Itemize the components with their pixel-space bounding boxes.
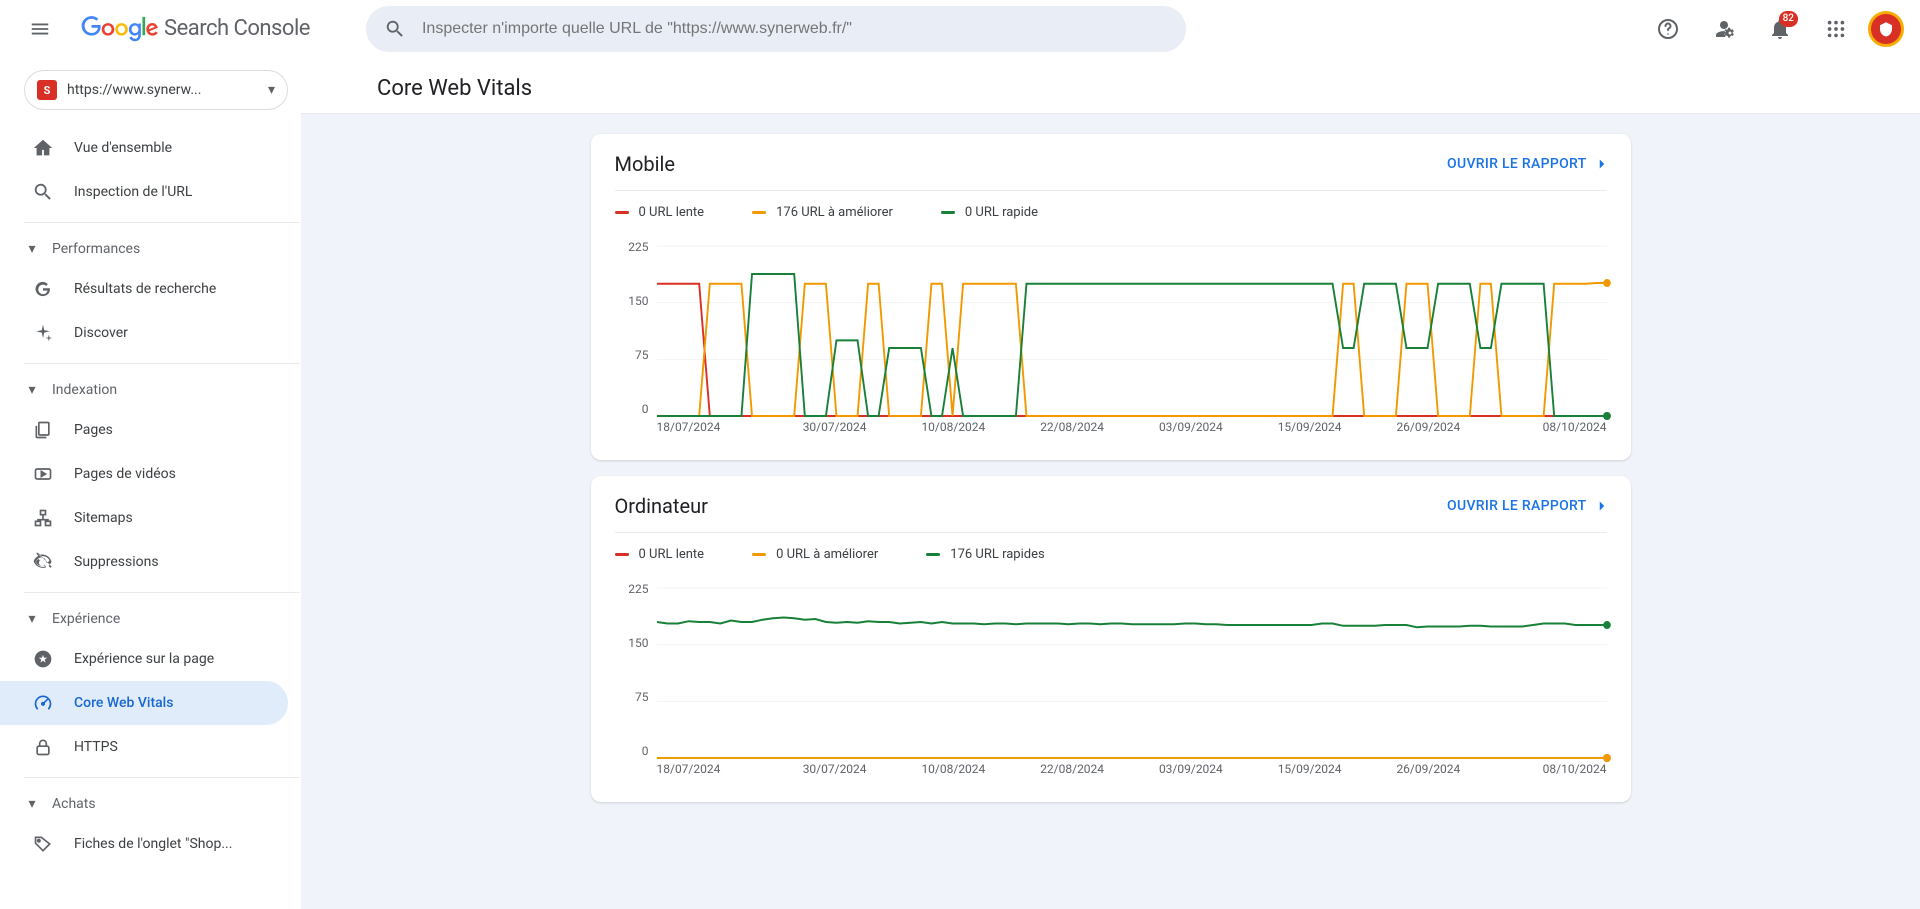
- star-circle-icon: [32, 648, 54, 670]
- speed-icon: [32, 692, 54, 714]
- apps-button[interactable]: [1812, 5, 1860, 53]
- app-name: Search Console: [164, 16, 310, 41]
- notification-badge: 82: [1779, 11, 1798, 27]
- chevron-down-icon: ▾: [24, 382, 40, 398]
- card-title-desktop: Ordinateur: [615, 494, 708, 518]
- open-report-desktop[interactable]: OUVRIR LE RAPPORT: [1447, 497, 1610, 515]
- settings-person-icon: [1712, 17, 1736, 41]
- account-avatar[interactable]: [1868, 11, 1904, 47]
- g-icon: [32, 278, 54, 300]
- chevron-right-icon: [1593, 497, 1611, 515]
- chevron-down-icon: ▾: [268, 82, 275, 98]
- chart-desktop: 225150750 18/07/202430/07/202410/08/2024…: [615, 582, 1607, 782]
- legend-slow: 0 URL lente: [615, 547, 705, 562]
- chevron-right-icon: [1593, 155, 1611, 173]
- sidebar-item-https[interactable]: HTTPS: [0, 725, 288, 769]
- sidebar-item-url-inspection[interactable]: Inspection de l'URL: [0, 170, 288, 214]
- legend-improve: 176 URL à améliorer: [752, 205, 893, 220]
- sitemap-icon: [32, 507, 54, 529]
- search-icon: [32, 181, 54, 203]
- legend-desktop: 0 URL lente 0 URL à améliorer 176 URL ra…: [615, 532, 1607, 574]
- hidden-icon: [32, 551, 54, 573]
- sidebar-item-overview[interactable]: Vue d'ensemble: [0, 126, 288, 170]
- menu-icon: [29, 18, 51, 40]
- legend-fast: 176 URL rapides: [926, 547, 1044, 562]
- sidebar-item-sitemaps[interactable]: Sitemaps: [0, 496, 288, 540]
- sidebar-item-page-experience[interactable]: Expérience sur la page: [0, 637, 288, 681]
- avatar-icon: [1877, 20, 1895, 38]
- help-icon: [1656, 17, 1680, 41]
- page-header: Core Web Vitals: [301, 58, 1920, 114]
- chevron-down-icon: ▾: [24, 611, 40, 627]
- lock-icon: [32, 736, 54, 758]
- main-scroll[interactable]: Mobile OUVRIR LE RAPPORT 0 URL lente 176…: [301, 114, 1920, 909]
- apps-icon: [1825, 18, 1847, 40]
- notifications-button[interactable]: 82: [1756, 5, 1804, 53]
- sidebar-section-experience[interactable]: ▾ Expérience: [0, 601, 300, 637]
- property-selector[interactable]: S https://www.synerw... ▾: [24, 70, 288, 110]
- page-title: Core Web Vitals: [377, 76, 532, 101]
- header: Search Console 82: [0, 0, 1920, 58]
- search-bar[interactable]: [366, 6, 1186, 52]
- legend-mobile: 0 URL lente 176 URL à améliorer 0 URL ra…: [615, 190, 1607, 232]
- chart-mobile: 225150750 18/07/202430/07/202410/08/2024…: [615, 240, 1607, 440]
- card-title-mobile: Mobile: [615, 152, 675, 176]
- menu-button[interactable]: [16, 5, 64, 53]
- main: Core Web Vitals Mobile OUVRIR LE RAPPORT…: [300, 58, 1920, 909]
- legend-fast: 0 URL rapide: [941, 205, 1038, 220]
- open-report-mobile[interactable]: OUVRIR LE RAPPORT: [1447, 155, 1610, 173]
- property-favicon-icon: S: [37, 80, 57, 100]
- sidebar-section-shopping[interactable]: ▾ Achats: [0, 786, 300, 822]
- settings-button[interactable]: [1700, 5, 1748, 53]
- sidebar-section-indexing[interactable]: ▾ Indexation: [0, 372, 300, 408]
- google-logo-icon: [80, 16, 160, 42]
- sidebar-item-shop-listings[interactable]: Fiches de l'onglet "Shop...: [0, 822, 288, 866]
- search-input[interactable]: [422, 20, 1168, 38]
- chevron-down-icon: ▾: [24, 796, 40, 812]
- sidebar-item-search-results[interactable]: Résultats de recherche: [0, 267, 288, 311]
- sidebar-section-performance[interactable]: ▾ Performances: [0, 231, 300, 267]
- tag-icon: [32, 833, 54, 855]
- asterisk-icon: [32, 322, 54, 344]
- home-icon: [32, 137, 54, 159]
- sidebar-item-pages[interactable]: Pages: [0, 408, 288, 452]
- pages-icon: [32, 419, 54, 441]
- sidebar-item-removals[interactable]: Suppressions: [0, 540, 288, 584]
- legend-slow: 0 URL lente: [615, 205, 705, 220]
- search-icon: [384, 18, 406, 40]
- video-icon: [32, 463, 54, 485]
- legend-improve: 0 URL à améliorer: [752, 547, 878, 562]
- property-label: https://www.synerw...: [67, 82, 258, 98]
- sidebar: S https://www.synerw... ▾ Vue d'ensemble…: [0, 58, 300, 909]
- sidebar-item-video-pages[interactable]: Pages de vidéos: [0, 452, 288, 496]
- help-button[interactable]: [1644, 5, 1692, 53]
- card-mobile: Mobile OUVRIR LE RAPPORT 0 URL lente 176…: [591, 134, 1631, 460]
- sidebar-item-core-web-vitals[interactable]: Core Web Vitals: [0, 681, 288, 725]
- chevron-down-icon: ▾: [24, 241, 40, 257]
- logo[interactable]: Search Console: [80, 16, 310, 42]
- card-desktop: Ordinateur OUVRIR LE RAPPORT 0 URL lente…: [591, 476, 1631, 802]
- sidebar-item-discover[interactable]: Discover: [0, 311, 288, 355]
